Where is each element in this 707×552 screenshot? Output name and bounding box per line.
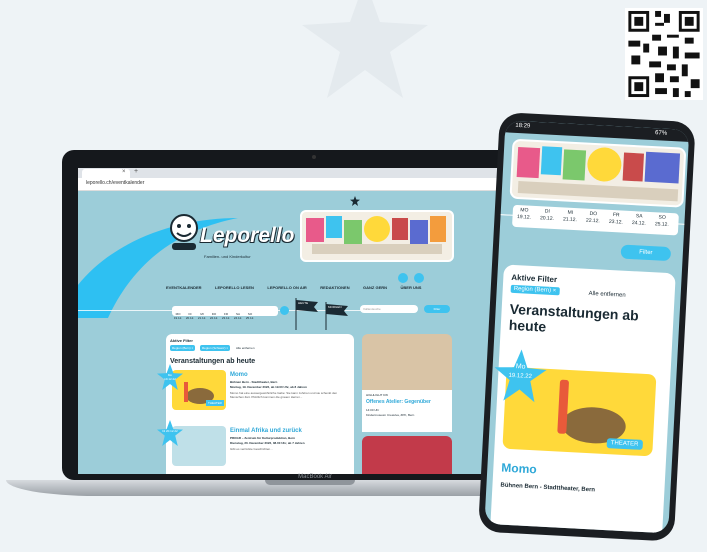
date-item[interactable]: DO 22.12.: [208, 312, 220, 320]
laptop-screen: × + leporello.ch/eventkalender Leporello…: [78, 168, 551, 474]
date-item[interactable]: MO 19.12.: [512, 207, 536, 222]
browser-tabbar: × +: [78, 168, 551, 178]
nav-ueber-uns[interactable]: ÜBER UNS: [401, 285, 422, 290]
address-bar[interactable]: leporello.ch/eventkalender: [78, 178, 551, 191]
hero-collage: [300, 210, 454, 262]
remove-all-link[interactable]: Alle entfernen: [588, 291, 625, 299]
event-image[interactable]: [362, 436, 452, 474]
date-item[interactable]: MI 21.12.: [558, 209, 582, 224]
date-item[interactable]: DI 20.12.: [535, 208, 559, 223]
qr-code: [625, 8, 703, 100]
date-item[interactable]: SA 24.12.: [232, 312, 244, 320]
background-star-icon: [302, 0, 428, 98]
date-item[interactable]: SA 24.12.: [627, 213, 651, 228]
event-venue: Bühnen Bern - Stadttheater, Bern: [230, 380, 278, 384]
active-filter-label: Aktive Filter: [511, 272, 558, 285]
events-panel: Aktive Filter Region (Bern) × Region (Sc…: [166, 334, 354, 474]
url-text: leporello.ch/eventkalender: [86, 180, 145, 186]
nav-ganz-gern[interactable]: GANZ GERN: [363, 285, 387, 290]
facebook-icon[interactable]: [398, 273, 408, 283]
sidebar-cards: HIGHLIGHT KW Offenes Atelier: Gegenüber …: [362, 334, 452, 474]
mascot-icon: [170, 214, 198, 250]
flag-heute[interactable]: HEUTE: [298, 301, 308, 305]
highlight-kicker: HIGHLIGHT KW: [366, 393, 388, 397]
instagram-icon[interactable]: [414, 273, 424, 283]
filter-chip[interactable]: Region (Bern) ×: [170, 345, 196, 351]
filter-button[interactable]: Filter: [620, 244, 672, 262]
site-logo[interactable]: Leporello: [200, 224, 295, 248]
highlight-place: Kindermuseum Creaviva, ZPK, Bern: [366, 413, 415, 417]
filter-button[interactable]: Filter: [424, 305, 450, 313]
date-item[interactable]: FR 23.12.: [220, 312, 232, 320]
date-badge-text: Mo 19.12.22: [164, 373, 176, 381]
filter-chip[interactable]: Region (Bern) ×: [510, 284, 560, 296]
event-date: Dienstag, 20. Dezember 2022, 08.00 Uhr, …: [230, 441, 305, 445]
events-panel: Aktive Filter Region (Bern) × Alle entfe…: [489, 264, 676, 534]
event-venue: PROGR – Zentrum für Kulturproduktion, Be…: [230, 436, 295, 440]
laptop-brand: MacBook Air: [298, 474, 332, 480]
highlight-card[interactable]: HIGHLIGHT KW Offenes Atelier: Gegenüber …: [362, 390, 452, 432]
nav-leporello-on-air[interactable]: LEPORELLO ON AIR: [267, 285, 306, 290]
new-tab-icon[interactable]: +: [134, 168, 138, 175]
search-input[interactable]: Volltextsuche: [360, 305, 418, 313]
nav-eventkalender[interactable]: EVENTKALENDER: [166, 285, 202, 290]
date-item[interactable]: FR 23.12.: [604, 212, 628, 227]
hero-collage: [509, 138, 687, 208]
date-item[interactable]: DO 22.12.: [581, 210, 605, 225]
event-desc: Momo hat eine aussergewöhnliche Gabe: Si…: [230, 391, 338, 399]
status-battery: 67%: [654, 130, 668, 137]
date-badge-text: Di 20.12.22: [162, 429, 178, 433]
logo-tagline: Familien- und Kinderkultur: [204, 254, 251, 259]
date-item[interactable]: MI 21.12.: [196, 312, 208, 320]
date-item[interactable]: DI 20.12.: [184, 312, 196, 320]
smartphone: 18:29 67% MO 19.12. DI 20.12. MI 21.12. DO 22.1…: [477, 112, 707, 552]
date-selector: MO 19.12. DI 20.12. MI 21.12. DO 22.12. FR 23.12.…: [172, 306, 278, 320]
star-icon: [350, 196, 360, 206]
remove-all-link[interactable]: Alle entfernen: [236, 346, 255, 350]
events-heading: Veranstaltungen ab heute: [508, 300, 640, 335]
event-title[interactable]: Momo: [230, 372, 248, 378]
event-desc: Gibt es verrückte Geschichten...: [230, 447, 273, 451]
phone-screen: 18:29 67% MO 19.12. DI 20.12. MI 21.12. DO 22.1…: [484, 120, 690, 534]
event-title[interactable]: Momo: [501, 461, 537, 477]
tab-close-icon[interactable]: ×: [122, 169, 126, 175]
badge-day: Mo: [515, 363, 526, 371]
browser-tab[interactable]: ×: [82, 169, 130, 178]
highlight-title[interactable]: Offenes Atelier: Gegenüber: [366, 399, 431, 405]
highlight-image[interactable]: [362, 334, 452, 390]
date-selector: MO 19.12. DI 20.12. MI 21.12. DO 22.12. FR 23.12.…: [512, 204, 679, 236]
date-badge-star: [157, 420, 183, 446]
nav-redaktionen[interactable]: REDAKTIONEN: [320, 285, 349, 290]
event-venue: Bühnen Bern - Stadttheater, Bern: [500, 482, 596, 494]
status-time: 18:29: [515, 122, 531, 130]
event-tag: THEATER: [606, 438, 643, 450]
flag-morgen[interactable]: MORGEN: [328, 305, 342, 309]
laptop-camera: [312, 155, 316, 159]
filter-chip[interactable]: Region (Schweiz) ×: [200, 345, 231, 351]
date-item[interactable]: SO 25.12.: [650, 214, 674, 229]
event-tag: THEATER: [206, 400, 224, 406]
calendar-button[interactable]: [280, 306, 289, 315]
event-date: Montag, 19. Dezember 2022, ab 19.00 Uhr,…: [230, 385, 307, 389]
active-filter-label: Aktive Filter: [170, 338, 193, 343]
nav-leporello-lesen[interactable]: LEPORELLO LESEN: [215, 285, 254, 290]
laptop-notch: [265, 480, 355, 485]
event-title[interactable]: Einmal Afrika und zurück: [230, 428, 302, 434]
highlight-time: 14:00 Uhr: [366, 408, 380, 412]
date-item[interactable]: MO 19.12.: [172, 312, 184, 320]
date-item[interactable]: SO 25.12.: [244, 312, 256, 320]
